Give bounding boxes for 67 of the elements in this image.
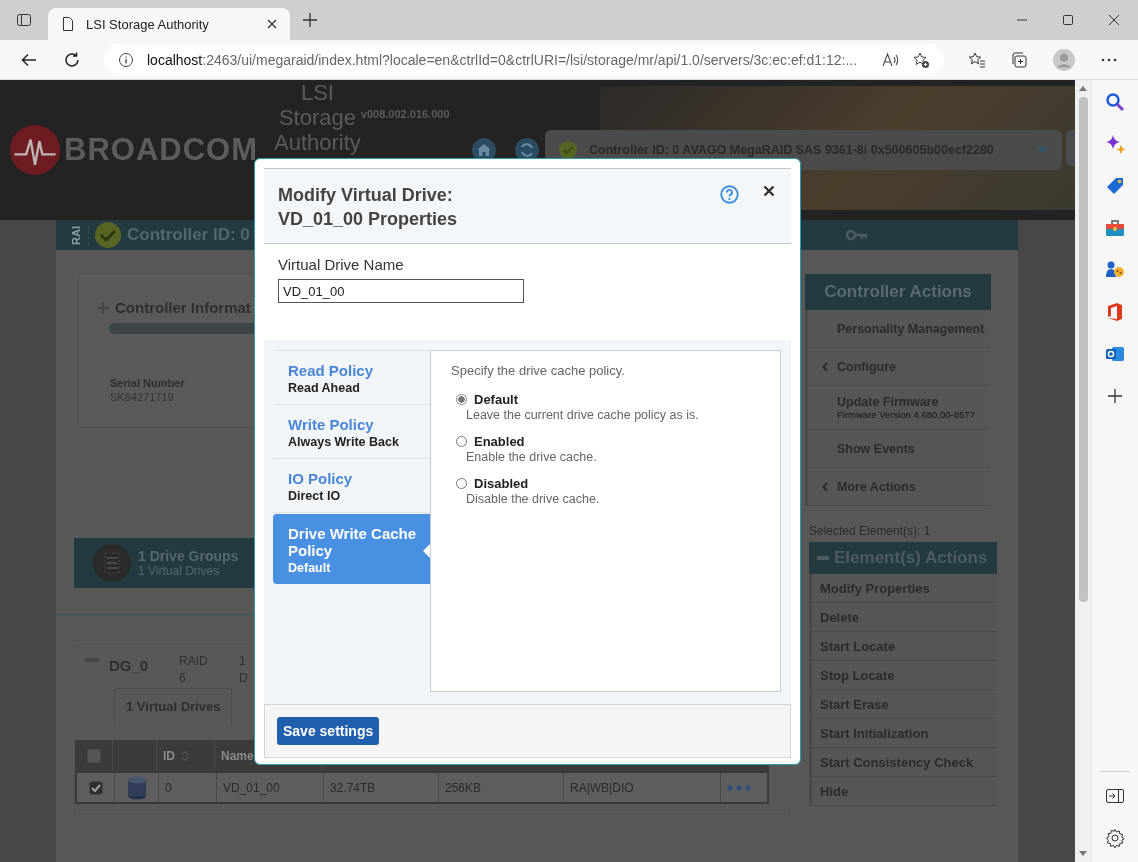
- sparkle-icon[interactable]: [1105, 134, 1125, 154]
- mail-icon[interactable]: [1105, 344, 1125, 364]
- option-label[interactable]: Enabled: [474, 434, 525, 449]
- option-label[interactable]: Default: [474, 392, 519, 407]
- column-header[interactable]: ID: [163, 748, 175, 763]
- scroll-thumb[interactable]: [1078, 97, 1088, 602]
- url-text: localhost:2463/ui/megaraid/index.html?locale=en&ctrlId=0&ctrlURI=/lsi/storage/mr/api/1.0/servers/3c:ec:ef:d1:12:...: [147, 51, 859, 68]
- radio-button[interactable]: [456, 394, 467, 405]
- scrollbar[interactable]: [1075, 80, 1091, 862]
- toolbar-box: [1066, 130, 1075, 166]
- help-icon[interactable]: [720, 185, 739, 204]
- product-title: Storage: [278, 105, 356, 130]
- firmware-version: Firmware Version 4.680.00-8577: [837, 409, 975, 420]
- close-icon[interactable]: [763, 185, 775, 197]
- broadcom-logo-icon: [10, 125, 60, 175]
- option-label[interactable]: Disabled: [474, 476, 529, 491]
- radio-button[interactable]: [456, 478, 467, 489]
- policy-tab[interactable]: Drive Write Cache Policy Default: [273, 514, 430, 584]
- people-icon[interactable]: [1105, 260, 1125, 280]
- radio-button[interactable]: [456, 436, 467, 447]
- checkbox[interactable]: [88, 780, 103, 795]
- column-header[interactable]: Name: [221, 748, 254, 763]
- tab-actions-icon[interactable]: [16, 12, 32, 28]
- dialog-title: Modify Virtual Drive: VD_01_00 Properties: [278, 184, 459, 231]
- address-bar[interactable]: localhost:2463/ui/megaraid/index.html?locale=en&ctrlId=0&ctrlURI=/lsi/storage/mr/api/1.0/servers/3c:ec:ef:d1:12:...: [104, 43, 944, 76]
- caret-icon: [1037, 146, 1048, 154]
- check-circle-icon: [95, 222, 121, 248]
- check-circle-icon: [559, 141, 577, 159]
- browser-tab[interactable]: LSI Storage Authority: [48, 8, 290, 40]
- page-icon: [60, 16, 76, 32]
- read-aloud-icon[interactable]: [881, 50, 899, 69]
- add-icon[interactable]: [1105, 386, 1125, 406]
- name-input[interactable]: VD_01_00: [278, 279, 524, 303]
- chevron-left-icon: [822, 481, 828, 492]
- settings-icon[interactable]: [1105, 828, 1125, 848]
- option-description: Disable the drive cache.: [466, 492, 601, 506]
- side-label: RAI: [70, 225, 89, 245]
- scroll-down-icon[interactable]: [1079, 851, 1087, 856]
- option-description: Enable the drive cache.: [466, 450, 598, 464]
- collections-icon[interactable]: [1010, 50, 1028, 69]
- sidebar-toggle-icon[interactable]: [1105, 786, 1125, 806]
- product-title: LSI: [300, 80, 334, 105]
- field-label: Virtual Drive Name: [278, 256, 405, 273]
- search-icon[interactable]: [1105, 92, 1125, 112]
- close-icon[interactable]: [266, 18, 278, 30]
- refresh-icon[interactable]: [63, 50, 81, 69]
- scroll-up-icon[interactable]: [1079, 86, 1087, 91]
- office-icon[interactable]: [1105, 302, 1125, 322]
- favorites-icon[interactable]: [968, 50, 986, 69]
- add-favorite-icon[interactable]: [912, 50, 930, 69]
- maximize-icon[interactable]: [1062, 14, 1074, 26]
- new-tab-icon[interactable]: [302, 12, 318, 28]
- option-description: Leave the current drive cache policy as is.: [466, 408, 700, 422]
- drive-icon: [126, 775, 147, 800]
- info-icon[interactable]: [118, 51, 134, 68]
- profile-avatar-icon[interactable]: [1052, 47, 1076, 72]
- panel-description: Specify the drive cache policy.: [451, 363, 626, 378]
- tag-icon[interactable]: [1105, 176, 1125, 196]
- brand-name: BROADCOM: [64, 132, 258, 168]
- product-title: Authority: [274, 130, 361, 155]
- toolbox-icon[interactable]: [1105, 218, 1125, 238]
- checkbox[interactable]: [86, 748, 101, 763]
- tab-title: LSI Storage Authority: [86, 16, 210, 32]
- save-button[interactable]: Save settings: [277, 717, 380, 745]
- chevron-left-icon: [822, 361, 828, 372]
- close-window-icon[interactable]: [1108, 14, 1120, 26]
- drive-group-icon: [93, 544, 131, 582]
